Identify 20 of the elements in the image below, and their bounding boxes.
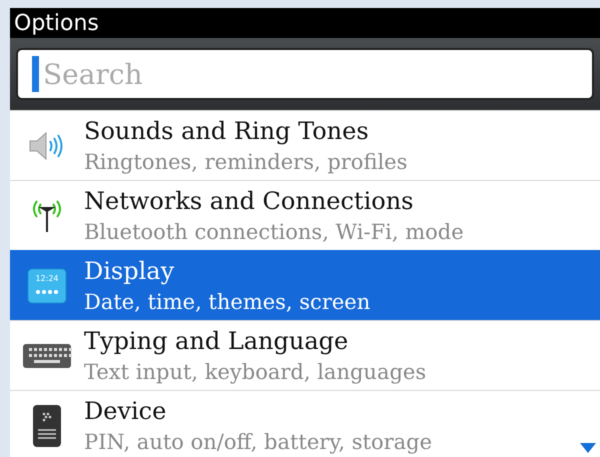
settings-item[interactable]: Device PIN, auto on/off, battery, storage (10, 390, 600, 457)
item-description: PIN, auto on/off, battery, storage (84, 428, 432, 456)
item-title: Display (84, 256, 176, 286)
item-title: Typing and Language (84, 326, 350, 356)
keyboard-icon (22, 342, 72, 368)
settings-item[interactable]: Sounds and Ring Tones Ringtones, reminders, profiles (10, 110, 600, 180)
item-description: Ringtones, reminders, profiles (84, 148, 408, 176)
item-title: Networks and Connections (84, 186, 414, 216)
clock-display-icon: 12:24 (27, 268, 67, 304)
item-description: Date, time, themes, screen (84, 288, 370, 316)
item-title: Device (84, 396, 168, 426)
item-description: Text input, keyboard, languages (84, 358, 426, 386)
settings-item[interactable]: 12:24 Display Date, time, themes, screen (10, 250, 600, 320)
scroll-down-icon (580, 443, 596, 453)
settings-item[interactable]: Typing and Language Text input, keyboard, languages (10, 320, 600, 390)
search-field[interactable]: Search (16, 48, 594, 100)
phone-icon (32, 404, 62, 448)
window-title: Options (14, 10, 99, 36)
item-description: Bluetooth connections, Wi-Fi, mode (84, 218, 464, 246)
item-title: Sounds and Ring Tones (84, 116, 370, 146)
